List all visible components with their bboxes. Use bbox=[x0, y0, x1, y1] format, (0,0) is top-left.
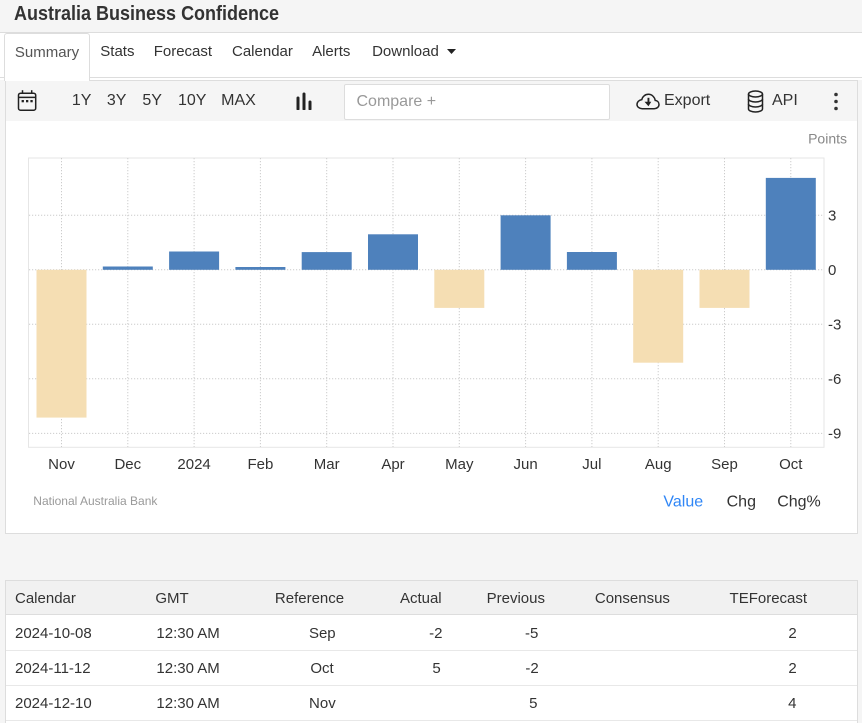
svg-text:Mar: Mar bbox=[314, 456, 340, 473]
svg-text:Points: Points bbox=[808, 131, 847, 147]
svg-text:Feb: Feb bbox=[247, 456, 273, 473]
svg-text:Jul: Jul bbox=[582, 456, 601, 473]
svg-text:-3: -3 bbox=[828, 316, 841, 333]
svg-text:3: 3 bbox=[828, 207, 836, 224]
svg-text:Dec: Dec bbox=[114, 456, 141, 473]
svg-text:2024: 2024 bbox=[177, 456, 210, 473]
svg-text:Value: Value bbox=[663, 494, 703, 511]
svg-text:Jun: Jun bbox=[514, 456, 538, 473]
svg-text:May: May bbox=[445, 456, 474, 473]
svg-text:Chg%: Chg% bbox=[777, 494, 821, 511]
svg-text:Sep: Sep bbox=[711, 456, 738, 473]
svg-text:National Australia Bank: National Australia Bank bbox=[33, 494, 158, 508]
svg-text:-6: -6 bbox=[828, 371, 841, 388]
svg-text:Apr: Apr bbox=[381, 456, 404, 473]
svg-text:Aug: Aug bbox=[645, 456, 672, 473]
svg-text:Nov: Nov bbox=[48, 456, 75, 473]
svg-text:Chg: Chg bbox=[727, 494, 756, 511]
svg-text:-9: -9 bbox=[828, 425, 841, 442]
svg-text:0: 0 bbox=[828, 262, 836, 279]
svg-text:Oct: Oct bbox=[779, 456, 803, 473]
